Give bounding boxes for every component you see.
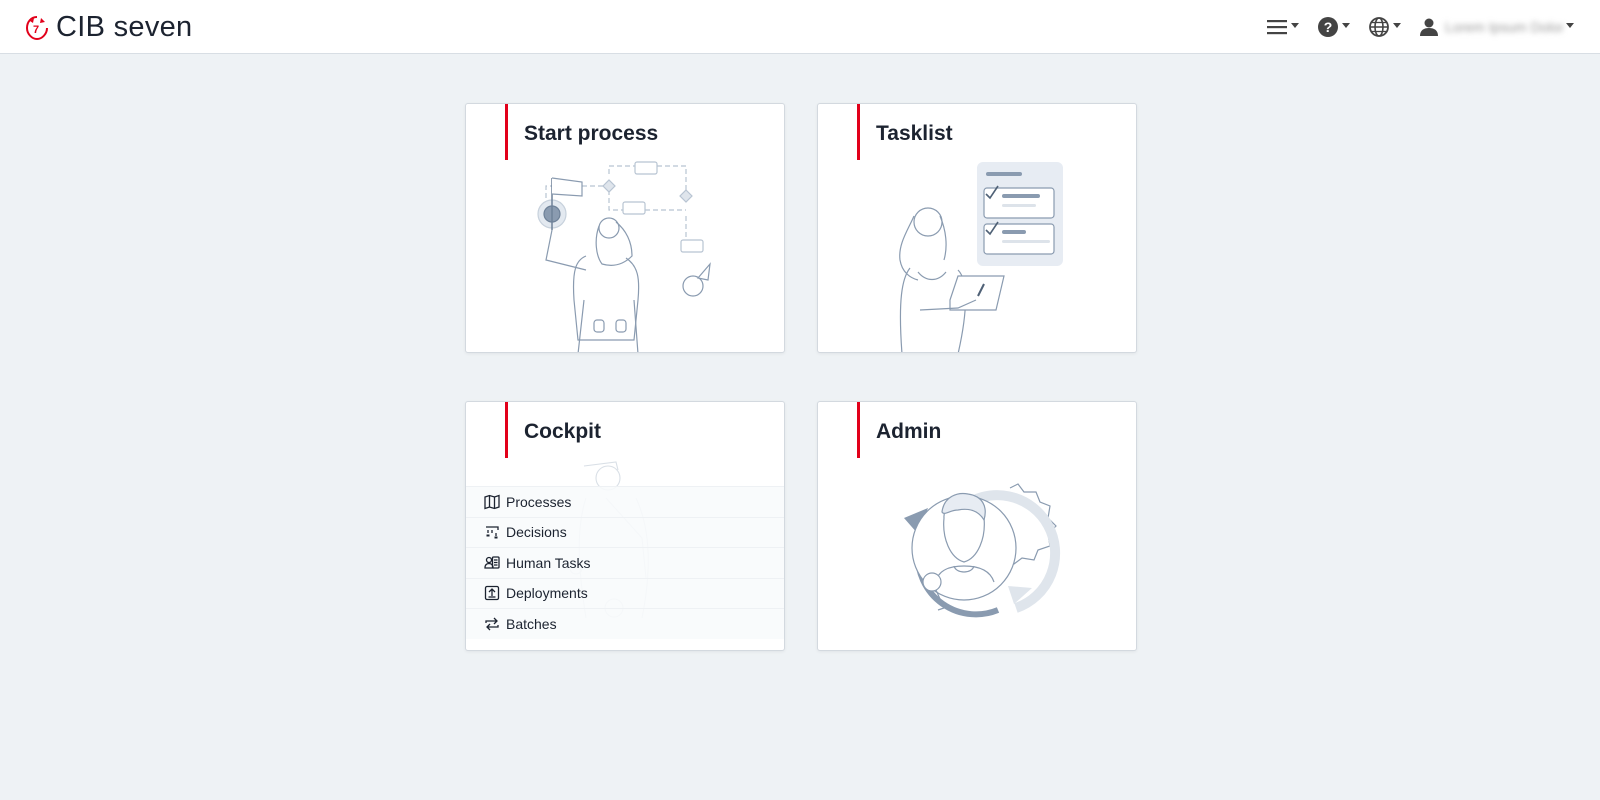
app-title: CIB seven	[56, 11, 193, 43]
cockpit-item-label: Deployments	[506, 585, 588, 602]
help-menu-button[interactable]: ?	[1317, 12, 1350, 42]
card-accent-bar	[505, 104, 508, 160]
start-process-illustration	[537, 161, 711, 352]
globe-icon	[1369, 17, 1389, 37]
card-title-admin: Admin	[876, 420, 942, 443]
hamburger-icon	[1267, 20, 1287, 35]
map-icon	[484, 494, 500, 510]
cockpit-item-label: Processes	[506, 493, 572, 510]
chevron-down-icon	[1342, 22, 1350, 28]
card-accent-bar	[857, 104, 860, 160]
cib-logo-icon: 7	[25, 15, 48, 40]
cockpit-item-deployments[interactable]: Deployments	[466, 577, 784, 608]
cockpit-item-label: Human Tasks	[506, 554, 591, 571]
admin-card[interactable]: Admin	[817, 401, 1137, 651]
card-accent-bar	[857, 402, 860, 458]
svg-text:?: ?	[1324, 19, 1333, 35]
top-navbar: 7 CIB seven ? Lorem Ipsum Dolor	[0, 0, 1600, 54]
cockpit-item-label: Decisions	[506, 524, 567, 541]
admin-illustration	[904, 483, 1061, 618]
chevron-down-icon	[1566, 22, 1574, 28]
brand[interactable]: 7 CIB seven	[24, 11, 193, 44]
user-icon	[1420, 18, 1438, 36]
cockpit-card[interactable]: Cockpit Processes Decisions Human Tasks …	[465, 401, 785, 651]
card-accent-bar	[505, 402, 508, 458]
start-process-card[interactable]: Start process	[465, 103, 785, 353]
svg-text:7: 7	[33, 24, 39, 36]
card-title-tasklist: Tasklist	[876, 122, 953, 145]
language-menu-button[interactable]	[1368, 12, 1401, 42]
tasklist-card[interactable]: Tasklist	[817, 103, 1137, 353]
batches-icon	[485, 617, 499, 631]
chevron-down-icon	[1393, 22, 1401, 28]
card-title-cockpit: Cockpit	[524, 420, 602, 443]
cockpit-item-decisions[interactable]: Decisions	[466, 516, 784, 547]
cockpit-menu: Processes Decisions Human Tasks Deployme…	[466, 486, 784, 639]
cockpit-item-label: Batches	[506, 615, 557, 632]
cockpit-item-batches[interactable]: Batches	[466, 608, 784, 639]
deployment-icon	[484, 586, 500, 601]
user-name: Lorem Ipsum Dolor	[1445, 19, 1563, 35]
chevron-down-icon	[1291, 22, 1299, 28]
cockpit-item-processes[interactable]: Processes	[466, 486, 784, 517]
user-menu-button[interactable]: Lorem Ipsum Dolor	[1419, 12, 1574, 42]
tasklist-illustration	[899, 162, 1063, 352]
main-menu-button[interactable]	[1266, 12, 1299, 42]
card-title-start-process: Start process	[524, 122, 659, 145]
decision-icon	[486, 526, 499, 539]
cockpit-item-human-tasks[interactable]: Human Tasks	[466, 547, 784, 578]
help-icon: ?	[1318, 17, 1338, 37]
human-tasks-icon	[484, 556, 500, 569]
